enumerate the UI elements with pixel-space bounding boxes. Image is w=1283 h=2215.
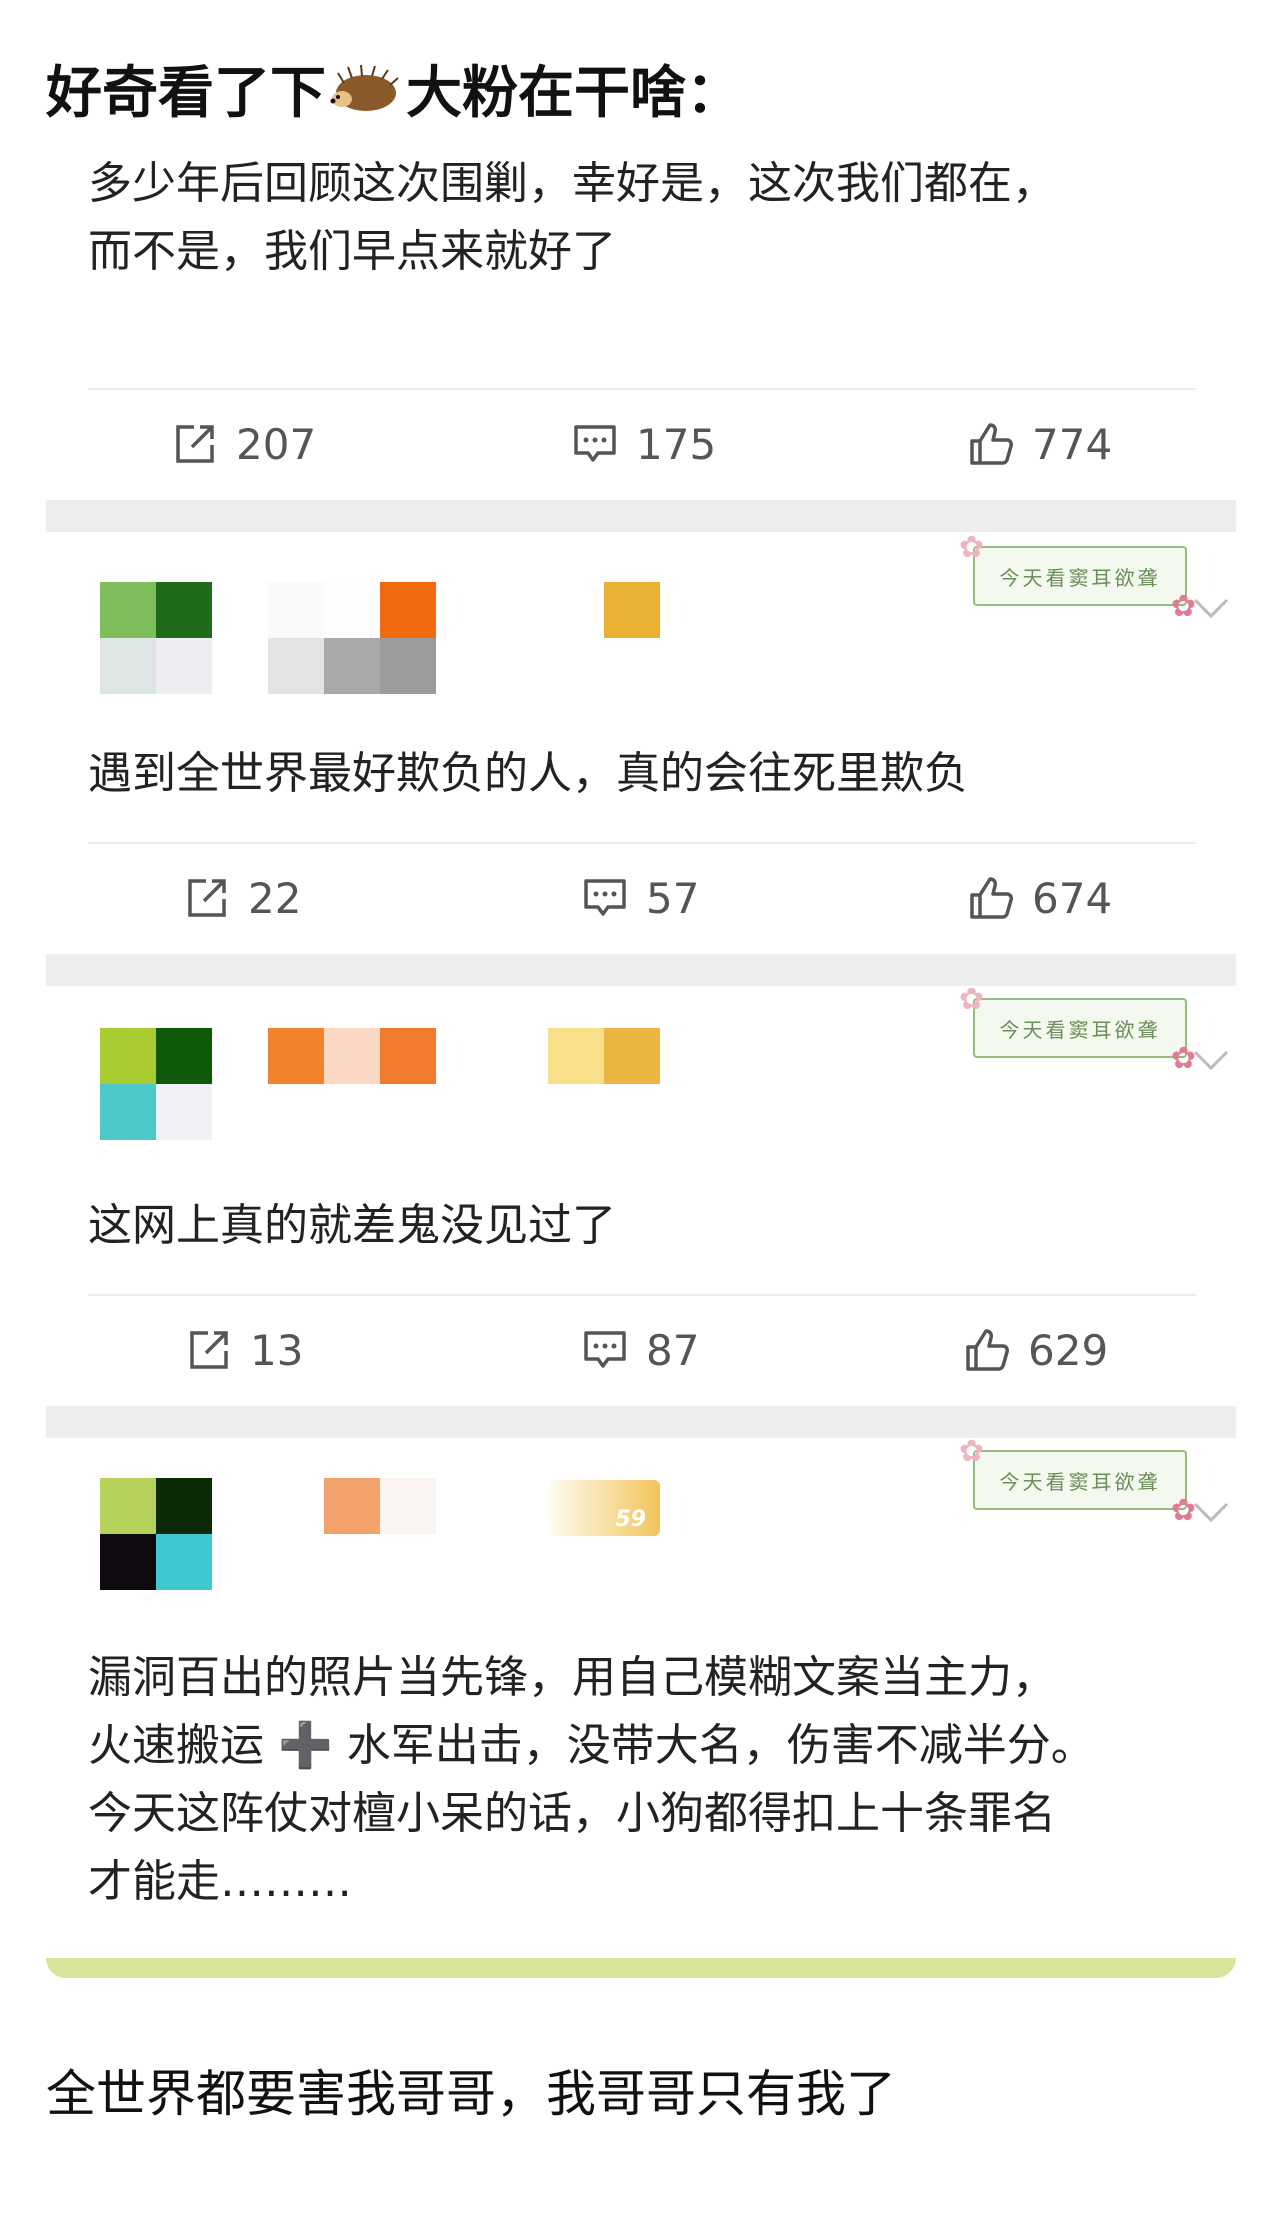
repost-button[interactable]: 13 — [186, 1320, 303, 1380]
vip-badge-mosaic — [548, 1028, 660, 1084]
fan-badge: 今天看窦耳欲聋 — [959, 530, 1199, 624]
post-text: 漏洞百出的照片当先锋，用自己模糊文案当主力， 火速搬运 ➕ 水军出击，没带大名，… — [88, 1652, 1095, 1907]
repost-count: 22 — [248, 873, 302, 923]
divider — [88, 388, 1196, 390]
hedgehog-icon — [330, 64, 399, 111]
separator-band — [46, 500, 1236, 532]
action-bar: 22 57 674 — [88, 868, 1196, 928]
chevron-down-icon[interactable] — [1191, 596, 1231, 620]
like-count: 774 — [1032, 419, 1113, 469]
thumbs-up-icon — [970, 423, 1013, 465]
vip-badge-mosaic — [604, 582, 660, 638]
username-mosaic[interactable] — [268, 582, 436, 638]
comment-count: 175 — [636, 419, 717, 469]
title-before: 好奇看了下 — [46, 61, 326, 126]
caption-text: 全世界都要害我哥哥，我哥哥只有我了 — [46, 2065, 896, 2123]
action-bar: 207 175 774 — [88, 414, 1196, 474]
chevron-down-icon[interactable] — [1191, 1048, 1231, 1072]
action-bar: 13 87 629 — [88, 1320, 1196, 1380]
repost-icon — [190, 1331, 228, 1369]
post-text: 多少年后回顾这次围剿，幸好是，这次我们都在， 而不是，我们早点来就好了 — [88, 158, 1056, 277]
thumbs-up-icon — [970, 877, 1013, 919]
level-number: 59 — [615, 1507, 646, 1532]
username-mosaic[interactable] — [268, 1028, 436, 1084]
like-count: 674 — [1032, 873, 1113, 923]
repost-count: 207 — [236, 419, 317, 469]
divider — [88, 1294, 1196, 1296]
repost-button[interactable]: 207 — [172, 414, 316, 474]
comment-count: 57 — [646, 873, 700, 923]
username-mosaic-2 — [268, 638, 436, 694]
separator-band — [46, 1406, 1236, 1438]
like-button[interactable]: 774 — [968, 414, 1112, 474]
comment-icon — [584, 1331, 626, 1368]
page-title: 好奇看了下 大粉在干啥： — [46, 48, 742, 129]
comment-count: 87 — [646, 1325, 700, 1375]
comment-button[interactable]: 57 — [582, 868, 699, 928]
thumbs-up-icon — [966, 1329, 1009, 1371]
post-text: 这网上真的就差鬼没见过了 — [88, 1200, 616, 1251]
title-after: 大粉在干啥： — [406, 61, 742, 126]
separator-band-green — [46, 1958, 1236, 1978]
like-button[interactable]: 674 — [968, 868, 1112, 928]
avatar-mosaic[interactable] — [100, 582, 212, 694]
comment-icon — [574, 425, 616, 462]
divider — [88, 842, 1196, 844]
like-button[interactable]: 629 — [964, 1320, 1108, 1380]
comment-icon — [584, 879, 626, 916]
fan-badge: 今天看窦耳欲聋 — [959, 982, 1199, 1076]
level-badge: 59 — [548, 1480, 660, 1536]
comment-button[interactable]: 175 — [572, 414, 716, 474]
repost-icon — [176, 425, 214, 463]
separator-band — [46, 954, 1236, 986]
chevron-down-icon[interactable] — [1191, 1500, 1231, 1524]
fan-badge: 今天看窦耳欲聋 — [959, 1434, 1199, 1528]
repost-count: 13 — [250, 1325, 304, 1375]
avatar-mosaic[interactable] — [100, 1028, 212, 1140]
repost-button[interactable]: 22 — [184, 868, 301, 928]
username-mosaic[interactable] — [324, 1478, 436, 1534]
comment-button[interactable]: 87 — [582, 1320, 699, 1380]
like-count: 629 — [1028, 1325, 1109, 1375]
avatar-mosaic[interactable] — [100, 1478, 212, 1590]
repost-icon — [188, 879, 226, 917]
post-text: 遇到全世界最好欺负的人，真的会往死里欺负 — [88, 748, 968, 799]
